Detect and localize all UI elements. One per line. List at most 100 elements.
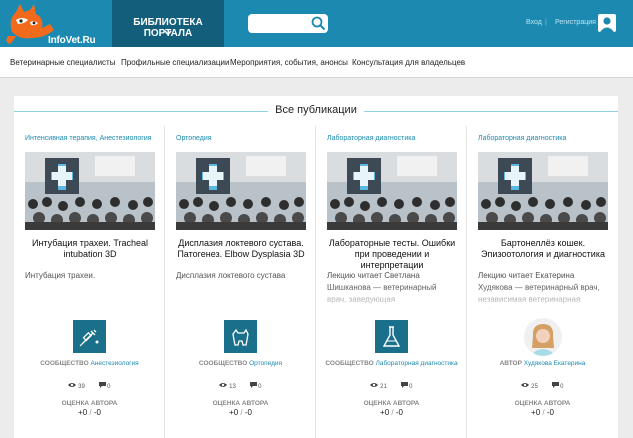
rating-minus[interactable]: -0	[396, 408, 403, 417]
site-logo[interactable]: InfoVet.Ru	[4, 2, 104, 46]
card-stats: 13 0	[165, 382, 316, 390]
eye-icon	[370, 383, 379, 387]
flask-icon	[375, 326, 408, 357]
card-title[interactable]: Интубация трахеи. Tracheal intubation 3D	[22, 238, 158, 260]
card-title[interactable]: Дисплазия локтевого сустава. Патогенез. …	[173, 238, 309, 260]
nav-vet-specialists[interactable]: Ветеринарные специалисты	[10, 58, 115, 67]
lecture-hall-image	[327, 152, 457, 230]
search-icon[interactable]	[311, 16, 326, 31]
rating-minus[interactable]: -0	[547, 408, 554, 417]
card-image[interactable]	[176, 152, 306, 230]
comments-count: 0	[409, 384, 413, 390]
views-count: 13	[229, 384, 236, 390]
card-owner: АВТОР Худякова Екатерина	[467, 359, 618, 368]
card-description: Лекцию читает Светлана Шишканова — ветер…	[327, 271, 437, 304]
card-category[interactable]: Ортопедия	[176, 135, 212, 142]
comment-icon	[400, 382, 408, 388]
views-stat: 25	[521, 382, 538, 390]
author-rating: +0 / -0	[316, 408, 467, 417]
publication-card[interactable]: Ортопедия Дисплазия локтевого сустава. П…	[165, 126, 316, 438]
rating-separator: /	[391, 408, 394, 417]
user-avatar[interactable]	[598, 14, 616, 32]
nav-specializations[interactable]: Профильные специализации	[121, 58, 229, 67]
eye-icon	[68, 383, 77, 387]
card-image[interactable]	[478, 152, 608, 230]
eye-icon	[219, 383, 228, 387]
comment-icon	[98, 382, 106, 388]
lecture-hall-image	[25, 152, 155, 230]
comments-stat: 0	[400, 382, 413, 390]
rating-separator: /	[89, 408, 92, 417]
rating-label: ОЦЕНКА АВТОРА	[212, 400, 269, 407]
section-title-text: Все публикации	[268, 104, 364, 116]
rating-label: ОЦЕНКА АВТОРА	[363, 400, 420, 407]
owner-link[interactable]: Ортопедия	[249, 360, 282, 367]
card-image[interactable]	[25, 152, 155, 230]
syringe-community-icon[interactable]	[73, 320, 106, 353]
owner-label: СООБЩЕСТВО	[325, 360, 374, 367]
views-stat: 13	[219, 382, 236, 390]
card-stats: 39 0	[14, 382, 165, 390]
rating-plus[interactable]: +0	[229, 408, 238, 417]
register-link[interactable]: Регистрация	[555, 19, 596, 26]
owner-link[interactable]: Худякова Екатерина	[524, 360, 586, 367]
comments-stat: 0	[249, 382, 262, 390]
card-category[interactable]: Интенсивная терапия, Анестезиология	[25, 135, 152, 142]
card-title[interactable]: Лабораторные тесты. Ошибки при проведени…	[324, 238, 460, 271]
search-input[interactable]	[248, 14, 328, 33]
card-category[interactable]: Лабораторная диагностика	[478, 135, 566, 142]
card-image[interactable]	[327, 152, 457, 230]
author-rating: +0 / -0	[467, 408, 618, 417]
comments-count: 0	[560, 384, 564, 390]
owner-label: СООБЩЕСТВО	[198, 360, 248, 367]
rating-plus[interactable]: +0	[380, 408, 389, 417]
main-nav: Ветеринарные специалисты Профильные спец…	[0, 47, 633, 78]
rating-label: ОЦЕНКА АВТОРА	[514, 400, 571, 407]
card-description: Дисплазия локтевого сустава	[176, 271, 286, 280]
card-owner: СООБЩЕСТВО Ортопедия	[165, 359, 316, 368]
author-photo[interactable]	[524, 318, 562, 356]
library-tab[interactable]: БИБЛИОТЕКА ПОРТАЛА	[112, 0, 224, 47]
user-icon	[600, 17, 614, 32]
author-avatar-icon	[524, 318, 562, 356]
comment-icon	[551, 382, 559, 388]
login-link[interactable]: Вход	[526, 19, 542, 26]
nav-events[interactable]: Мероприятия, события, анонсы	[230, 58, 348, 67]
rating-separator: /	[542, 408, 545, 417]
dog-community-icon[interactable]	[224, 320, 257, 353]
author-rating: +0 / -0	[165, 408, 316, 417]
owner-link[interactable]: Лабораторная диагностика	[376, 360, 458, 367]
card-category[interactable]: Лабораторная диагностика	[327, 135, 415, 142]
nav-owner-consult[interactable]: Консультация для владельцев	[352, 58, 465, 67]
rating-label: ОЦЕНКА АВТОРА	[61, 400, 118, 407]
owner-label: СООБЩЕСТВО	[40, 360, 89, 367]
auth-separator: |	[545, 19, 547, 26]
rating-plus[interactable]: +0	[78, 408, 87, 417]
section-title: Все публикации	[14, 104, 618, 116]
flask-community-icon[interactable]	[375, 320, 408, 353]
owner-link[interactable]: Анестезиология	[90, 360, 138, 367]
owner-label: АВТОР	[499, 360, 522, 367]
card-title[interactable]: Бартонеллёз кошек. Эпизоотология и диагн…	[475, 238, 611, 260]
rating-minus[interactable]: -0	[94, 408, 101, 417]
chevron-down-icon	[164, 30, 172, 36]
dog-icon	[224, 328, 257, 357]
logo-text: InfoVet.Ru	[48, 35, 96, 46]
eye-icon	[521, 383, 530, 387]
rating-minus[interactable]: -0	[245, 408, 252, 417]
publication-card[interactable]: Лабораторная диагностика Лабораторные те…	[316, 126, 467, 438]
publications-panel: Все публикации Интенсивная терапия, Анес…	[14, 96, 618, 438]
comments-stat: 0	[551, 382, 564, 390]
publication-card[interactable]: Интенсивная терапия, Анестезиология Инту…	[14, 126, 165, 438]
lecture-hall-image	[176, 152, 306, 230]
comment-icon	[249, 382, 257, 388]
rating-plus[interactable]: +0	[531, 408, 540, 417]
publication-card[interactable]: Лабораторная диагностика Бартонеллёз кош…	[467, 126, 618, 438]
comments-count: 0	[258, 384, 262, 390]
card-stats: 21 0	[316, 382, 467, 390]
views-count: 25	[531, 384, 538, 390]
card-owner: СООБЩЕСТВО Лабораторная диагностика	[316, 359, 467, 368]
comments-count: 0	[107, 384, 111, 390]
syringe-icon	[73, 329, 106, 357]
card-owner: СООБЩЕСТВО Анестезиология	[14, 359, 165, 368]
